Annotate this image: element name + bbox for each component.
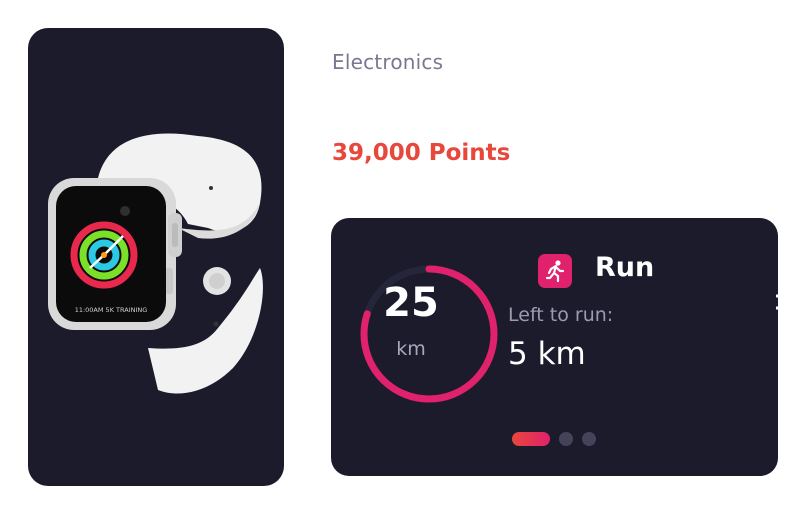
running-person-icon	[538, 254, 572, 288]
left-to-run-value: 5 km	[508, 336, 586, 372]
pager-dot-active[interactable]	[512, 432, 550, 446]
apple-watch-image: 11:00AM 5K TRAINING	[48, 133, 263, 394]
arrow-icon	[772, 290, 806, 314]
ring-unit: km	[396, 338, 426, 360]
pager-dot[interactable]	[559, 432, 573, 446]
ring-value: 25	[383, 280, 439, 326]
product-category: Electronics	[332, 50, 444, 74]
points-price: 39,000 Points	[332, 140, 511, 166]
left-to-run-label: Left to run:	[508, 304, 614, 326]
run-progress-widget[interactable]: 25 km Run Left to run: 5 km	[331, 218, 778, 476]
product-image-card[interactable]: 11:00AM 5K TRAINING	[28, 28, 284, 486]
pager-dot[interactable]	[582, 432, 596, 446]
progress-ring	[360, 265, 498, 403]
activity-title: Run	[595, 252, 655, 283]
watch-screen-text: 11:00AM 5K TRAINING	[75, 306, 148, 314]
